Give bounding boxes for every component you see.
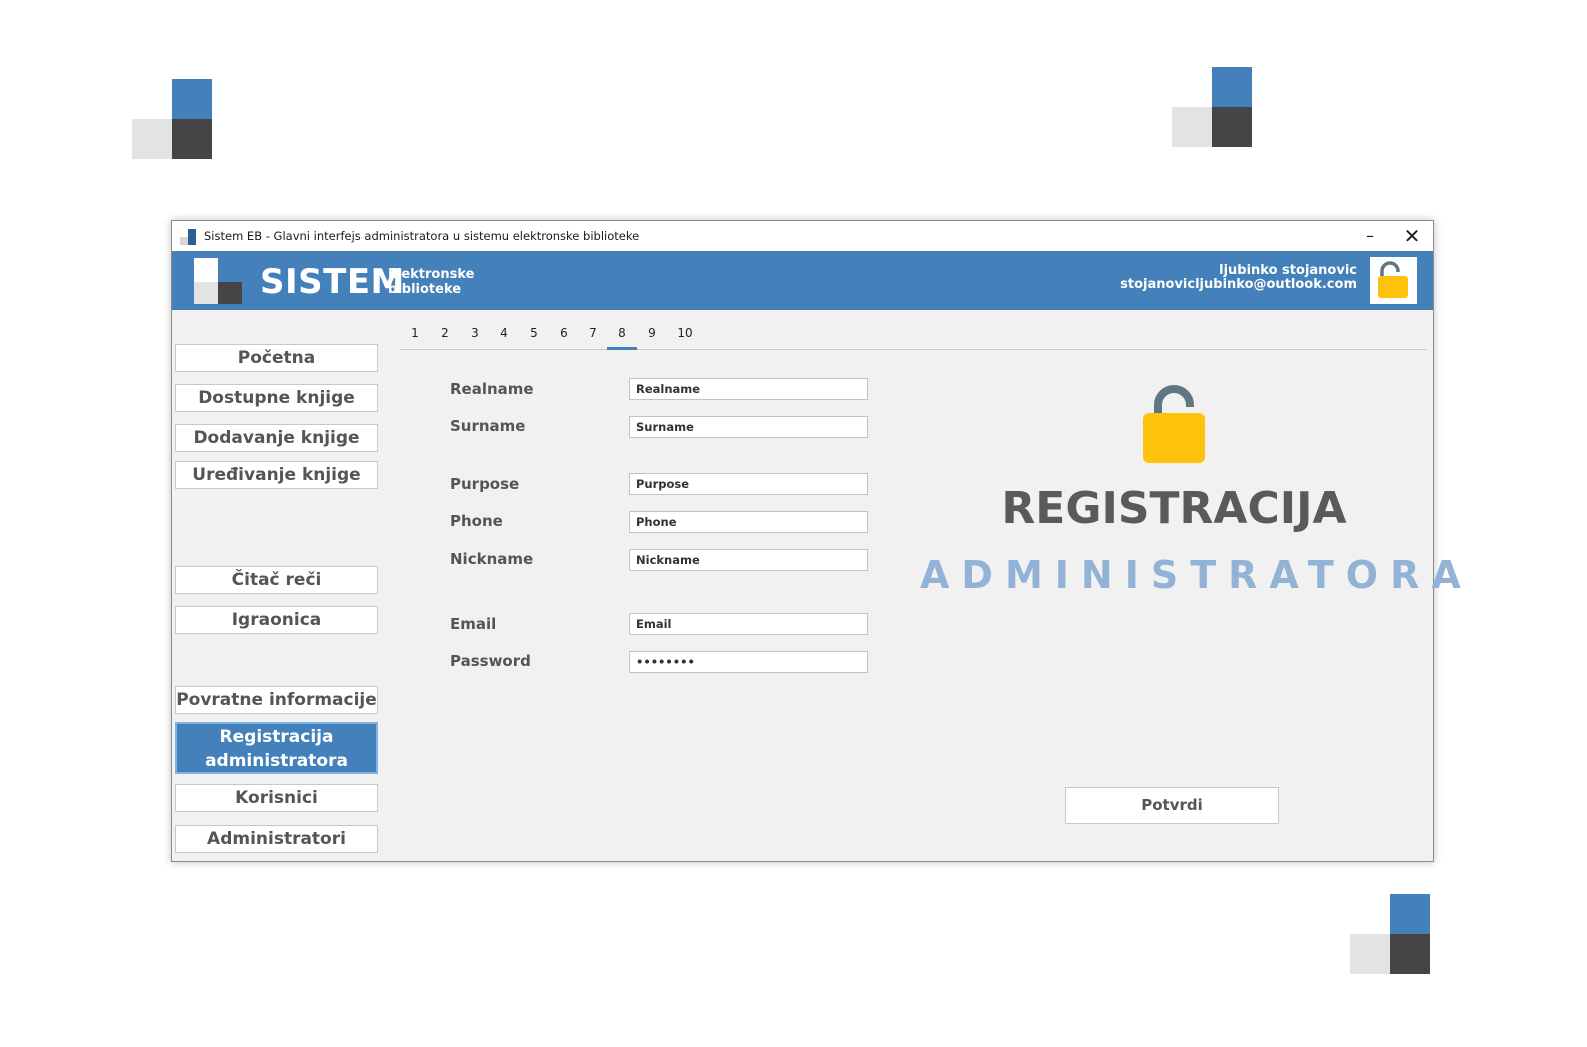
decorative-logo-mark xyxy=(1172,67,1252,147)
tab-8[interactable]: 8 xyxy=(607,325,637,350)
tab-7[interactable]: 7 xyxy=(578,325,608,341)
nickname-label: Nickname xyxy=(450,550,534,568)
brand-subtitle-line2: biblioteke xyxy=(388,282,462,297)
email-label: Email xyxy=(450,615,497,633)
decorative-logo-mark xyxy=(1350,894,1430,974)
sidebar-item-dodavanje-knjige[interactable]: Dodavanje knjige xyxy=(175,424,378,452)
confirm-button[interactable]: Potvrdi xyxy=(1065,787,1279,824)
purpose-input[interactable]: Purpose xyxy=(629,473,868,495)
tab-9[interactable]: 9 xyxy=(637,325,667,341)
tab-1[interactable]: 1 xyxy=(400,325,430,341)
email-input[interactable]: Email xyxy=(629,613,868,635)
password-label: Password xyxy=(450,652,531,670)
brand-subtitle: Elektronske biblioteke xyxy=(388,267,474,297)
sidebar-item-dostupne-knjige[interactable]: Dostupne knjige xyxy=(175,384,378,412)
brand-name: SISTEM xyxy=(260,262,405,302)
sidebar-item-citac-reci[interactable]: Čitač reči xyxy=(175,566,378,594)
sidebar-item-uredjivanje-knjige[interactable]: Uređivanje knjige xyxy=(175,461,378,489)
logout-button[interactable] xyxy=(1370,257,1417,304)
tab-6[interactable]: 6 xyxy=(549,325,579,341)
app-header: SISTEM Elektronske biblioteke ljubinko s… xyxy=(172,251,1433,310)
lock-open-icon xyxy=(1143,385,1205,463)
title-bar: Sistem EB - Glavni interfejs administrat… xyxy=(172,221,1433,251)
close-button[interactable]: ✕ xyxy=(1392,225,1432,249)
tab-strip: 1 2 3 4 5 6 7 8 9 10 xyxy=(400,325,1427,350)
phone-label: Phone xyxy=(450,512,503,530)
tab-4[interactable]: 4 xyxy=(489,325,519,341)
sidebar-item-igraonica[interactable]: Igraonica xyxy=(175,606,378,634)
app-window: Sistem EB - Glavni interfejs administrat… xyxy=(171,220,1473,862)
app-icon xyxy=(180,229,196,245)
sidebar-item-administratori[interactable]: Administratori xyxy=(175,825,378,853)
decorative-logo-mark xyxy=(132,79,212,159)
realname-label: Realname xyxy=(450,380,534,398)
tab-3[interactable]: 3 xyxy=(460,325,490,341)
sidebar-item-pocetna[interactable]: Početna xyxy=(175,344,378,372)
phone-input[interactable]: Phone xyxy=(629,511,868,533)
password-input[interactable]: •••••••• xyxy=(629,651,868,673)
purpose-label: Purpose xyxy=(450,475,520,493)
brand-subtitle-line1: Elektronske xyxy=(388,267,475,282)
minimize-button[interactable]: – xyxy=(1350,225,1390,249)
surname-label: Surname xyxy=(450,417,526,435)
window-title: Sistem EB - Glavni interfejs administrat… xyxy=(204,229,640,243)
user-name: ljubinko stojanovic xyxy=(1219,263,1357,278)
sidebar-item-registracija-administratora[interactable]: Registracija administratora xyxy=(175,722,378,774)
registration-subtitle: ADMINISTRATORA xyxy=(920,553,1473,597)
registration-title: REGISTRACIJA xyxy=(1001,483,1347,534)
tab-5[interactable]: 5 xyxy=(519,325,549,341)
sistem-logo-icon xyxy=(194,258,242,304)
realname-input[interactable]: Realname xyxy=(629,378,868,400)
surname-input[interactable]: Surname xyxy=(629,416,868,438)
tab-2[interactable]: 2 xyxy=(430,325,460,341)
lock-open-icon xyxy=(1378,261,1408,298)
nickname-input[interactable]: Nickname xyxy=(629,549,868,571)
sidebar-item-korisnici[interactable]: Korisnici xyxy=(175,784,378,812)
user-email: stojanovicljubinko@outlook.com xyxy=(1120,277,1357,292)
tab-10[interactable]: 10 xyxy=(670,325,700,341)
sidebar-item-povratne-informacije[interactable]: Povratne informacije xyxy=(175,686,378,714)
